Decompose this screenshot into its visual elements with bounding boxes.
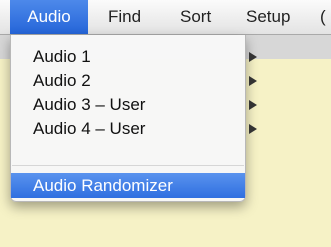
menu-item-audio-2[interactable]: Audio 2 [11,69,257,93]
menu-audio[interactable]: Audio [10,0,88,34]
menu-item-label: Audio 2 [33,71,91,90]
submenu-arrow-icon [249,124,257,134]
menu-find[interactable]: Find [108,0,141,34]
menu-item-audio-randomizer[interactable]: Audio Randomizer [11,173,245,198]
menu-sort[interactable]: Sort [180,0,211,34]
menu-setup[interactable]: Setup [246,0,290,34]
submenu-arrow-icon [249,52,257,62]
menu-separator [12,165,244,166]
menu-item-label: Audio 1 [33,47,91,66]
menu-next-partial[interactable]: ( [320,0,326,34]
submenu-arrow-icon [249,76,257,86]
menu-bar: Audio Find Sort Setup ( [0,0,331,35]
menu-item-label: Audio 4 – User [33,119,146,138]
menu-item-audio-4-user[interactable]: Audio 4 – User [11,117,257,141]
menu-item-label: Audio 3 – User [33,95,146,114]
submenu-arrow-icon [249,100,257,110]
menu-item-audio-3-user[interactable]: Audio 3 – User [11,93,257,117]
audio-dropdown-menu: Audio 1 Audio 2 Audio 3 – User Audio 4 –… [10,35,257,202]
menu-item-audio-1[interactable]: Audio 1 [11,45,257,69]
menu-item-label: Audio Randomizer [33,176,173,195]
